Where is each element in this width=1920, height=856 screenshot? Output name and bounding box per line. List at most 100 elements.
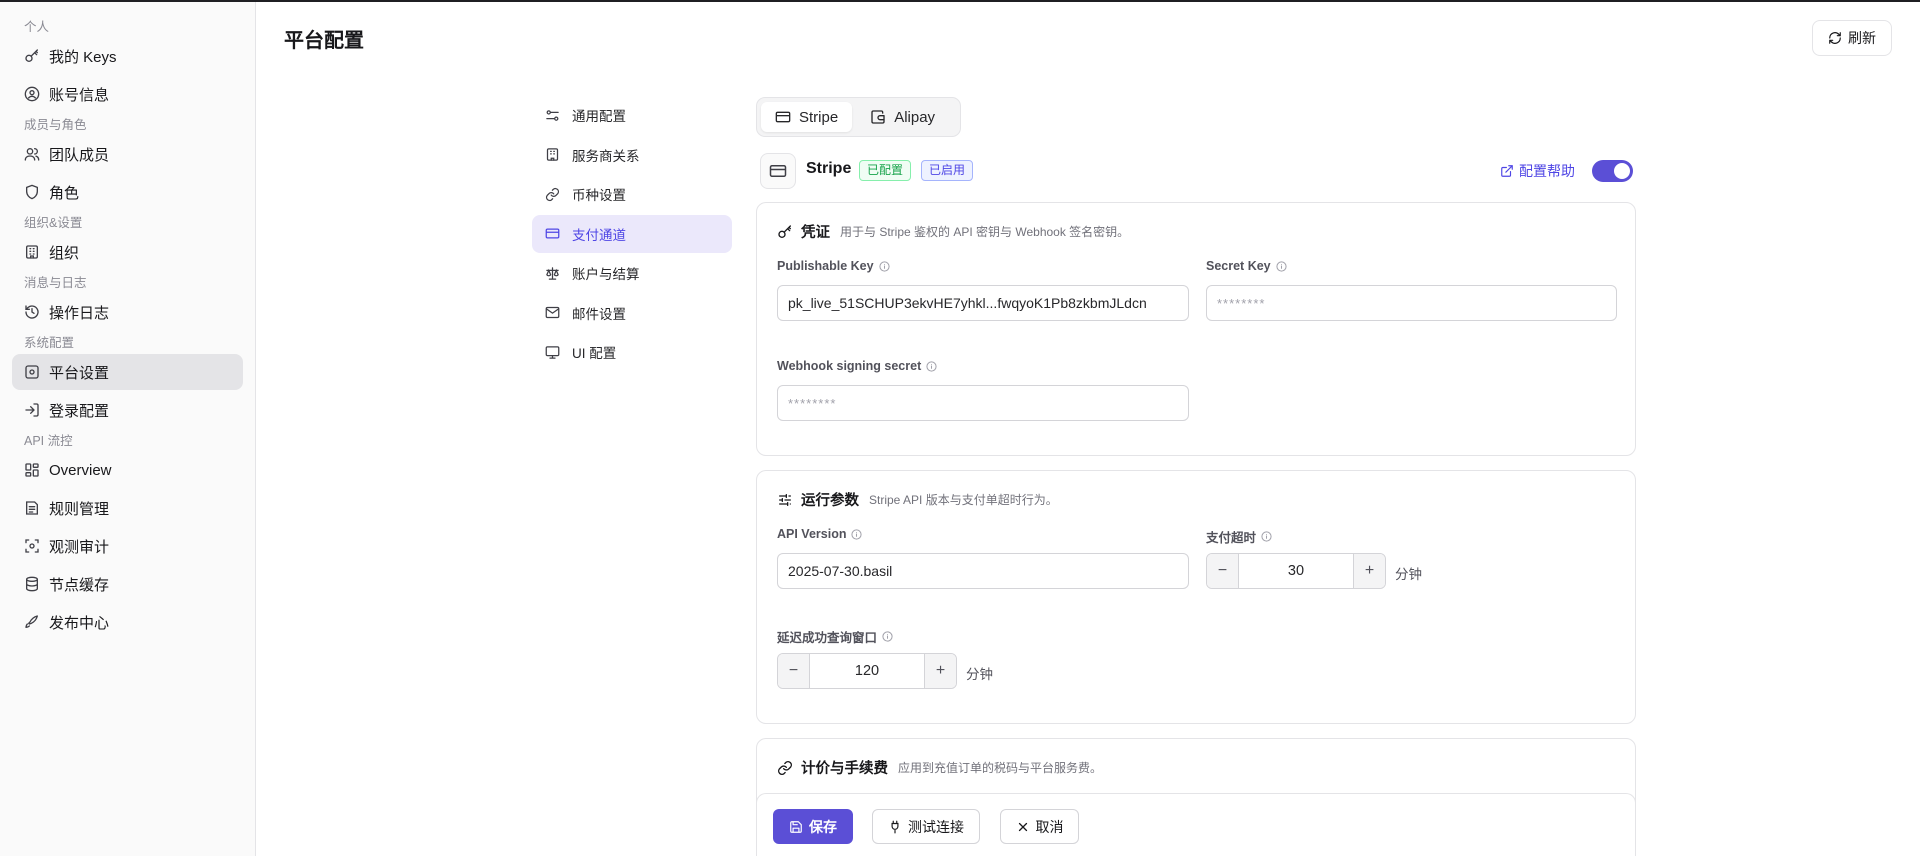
- pricing-header: 计价与手续费 应用到充值订单的税码与平台服务费。: [777, 757, 1102, 778]
- credentials-header: 凭证 用于与 Stripe 鉴权的 API 密钥与 Webhook 签名密钥。: [777, 221, 1129, 242]
- sidebar-item-organization[interactable]: 组织: [12, 234, 243, 270]
- sidebar-item-label: 观测审计: [49, 538, 110, 556]
- delay-query-window-stepper: − 120 +: [777, 653, 957, 689]
- sidebar-item-label: 组织: [49, 244, 80, 262]
- sidebar-item-audit[interactable]: 观测审计: [12, 528, 243, 564]
- status-badge-enabled: 已启用: [921, 160, 974, 181]
- sidebar-item-platform-settings[interactable]: 平台设置: [12, 354, 243, 390]
- runtime-header: 运行参数 Stripe API 版本与支付单超时行为。: [777, 489, 1058, 510]
- subnav-item-currency[interactable]: 币种设置: [532, 175, 732, 213]
- info-icon[interactable]: [878, 260, 890, 272]
- field-label-text: 支付超时: [1206, 531, 1257, 545]
- runtime-description: Stripe API 版本与支付单超时行为。: [869, 493, 1058, 507]
- credentials-description: 用于与 Stripe 鉴权的 API 密钥与 Webhook 签名密钥。: [840, 225, 1130, 239]
- field-label-text: API Version: [777, 527, 847, 541]
- cancel-label: 取消: [1035, 818, 1064, 835]
- sidebar-section-members: 成员与角色: [24, 118, 87, 132]
- provider-enabled-toggle[interactable]: [1592, 160, 1633, 182]
- subnav-item-accounts[interactable]: 账户与结算: [532, 254, 732, 292]
- tab-label: Alipay: [894, 108, 936, 126]
- sidebar-item-team-members[interactable]: 团队成员: [12, 136, 243, 172]
- sidebar-item-roles[interactable]: 角色: [12, 174, 243, 210]
- sidebar-item-node-cache[interactable]: 节点缓存: [12, 566, 243, 602]
- field-label-text: Webhook signing secret: [777, 359, 922, 373]
- runtime-title: 运行参数: [801, 493, 859, 509]
- settings-subnav: 通用配置 服务商关系 币种设置 支付通道 账户与结算 邮件设置 UI 配置: [532, 96, 732, 373]
- pricing-description: 应用到充值订单的税码与平台服务费。: [898, 761, 1103, 775]
- subnav-item-label: 服务商关系: [572, 148, 640, 164]
- payment-timeout-label: 支付超时: [1206, 527, 1272, 546]
- action-bar: 保存 测试连接 取消: [756, 793, 1636, 856]
- sidebar-item-release-center[interactable]: 发布中心: [12, 604, 243, 640]
- provider-icon: [760, 153, 796, 189]
- api-version-label: API Version: [777, 527, 863, 541]
- subnav-item-payment-channels[interactable]: 支付通道: [532, 214, 732, 253]
- sidebar-item-label: 登录配置: [49, 402, 110, 420]
- increment-button[interactable]: +: [924, 654, 956, 688]
- mail-icon: [545, 305, 560, 320]
- wallet-icon: [870, 109, 886, 125]
- delay-query-window-value[interactable]: 120: [810, 654, 924, 688]
- login-icon: [24, 402, 40, 418]
- info-icon[interactable]: [926, 360, 937, 372]
- api-version-input[interactable]: 2025-07-30.basil: [777, 553, 1189, 589]
- decrement-button[interactable]: −: [1207, 554, 1239, 588]
- subnav-item-general[interactable]: 通用配置: [532, 96, 732, 134]
- user-circle-icon: [24, 86, 40, 102]
- test-label: 测试连接: [908, 818, 964, 835]
- page-title: 平台配置: [284, 30, 364, 52]
- save-button[interactable]: 保存: [773, 809, 853, 844]
- sidebar-section-logs: 消息与日志: [24, 276, 87, 290]
- tab-alipay[interactable]: Alipay: [856, 102, 949, 132]
- test-connection-button[interactable]: 测试连接: [872, 809, 980, 844]
- credentials-title: 凭证: [801, 225, 830, 241]
- toggle-knob: [1614, 163, 1630, 179]
- webhook-secret-input[interactable]: ********: [777, 385, 1189, 421]
- cancel-button[interactable]: 取消: [1000, 809, 1079, 844]
- decrement-button[interactable]: −: [778, 654, 810, 688]
- info-icon[interactable]: [1276, 260, 1287, 272]
- field-label-text: Publishable Key: [777, 259, 874, 273]
- sidebar-item-operation-log[interactable]: 操作日志: [12, 294, 243, 330]
- publishable-key-label: Publishable Key: [777, 259, 890, 273]
- subnav-item-label: 通用配置: [572, 109, 626, 124]
- refresh-button[interactable]: 刷新: [1812, 20, 1892, 56]
- sidebar-item-my-keys[interactable]: 我的 Keys: [12, 38, 243, 74]
- credit-card-icon: [769, 162, 787, 180]
- sidebar-item-login-config[interactable]: 登录配置: [12, 392, 243, 428]
- subnav-item-email[interactable]: 邮件设置: [532, 294, 732, 332]
- sidebar-item-label: 账号信息: [49, 86, 110, 104]
- provider-name: Stripe: [806, 160, 852, 177]
- building-icon: [545, 147, 560, 162]
- info-icon[interactable]: [882, 631, 893, 642]
- sidebar-item-label: 规则管理: [49, 500, 110, 518]
- payment-timeout-unit: 分钟: [1395, 567, 1422, 582]
- info-icon[interactable]: [1261, 531, 1272, 542]
- sidebar-item-label: Overview: [49, 461, 112, 479]
- provider-tabs: Stripe Alipay: [756, 97, 961, 137]
- increment-button[interactable]: +: [1353, 554, 1385, 588]
- building-icon: [24, 244, 40, 260]
- sidebar-item-label: 我的 Keys: [49, 48, 117, 66]
- sidebar-item-account-info[interactable]: 账号信息: [12, 76, 243, 112]
- external-link-icon: [1500, 164, 1514, 178]
- scale-icon: [545, 266, 560, 281]
- help-link-label: 配置帮助: [1519, 163, 1575, 179]
- config-help-link[interactable]: 配置帮助: [1500, 161, 1575, 181]
- subnav-item-label: 币种设置: [572, 188, 626, 203]
- subnav-item-providers[interactable]: 服务商关系: [532, 136, 732, 174]
- sidebar-item-label: 发布中心: [49, 614, 110, 632]
- credentials-card: 凭证 用于与 Stripe 鉴权的 API 密钥与 Webhook 签名密钥。 …: [756, 202, 1636, 456]
- payment-timeout-value[interactable]: 30: [1239, 554, 1353, 588]
- credit-card-icon: [545, 226, 560, 241]
- sidebar-item-rules[interactable]: 规则管理: [12, 490, 243, 526]
- info-icon[interactable]: [851, 528, 863, 540]
- sidebar-item-overview[interactable]: Overview: [12, 452, 243, 488]
- subnav-item-ui[interactable]: UI 配置: [532, 333, 732, 371]
- sidebar-section-personal: 个人: [24, 20, 50, 34]
- publishable-key-input[interactable]: pk_live_51SCHUP3ekvHE7yhkl...fwqyoK1Pb8z…: [777, 285, 1189, 321]
- credit-card-icon: [775, 109, 791, 125]
- tab-stripe[interactable]: Stripe: [761, 102, 853, 132]
- secret-key-input[interactable]: ********: [1206, 285, 1617, 321]
- refresh-label: 刷新: [1848, 30, 1876, 46]
